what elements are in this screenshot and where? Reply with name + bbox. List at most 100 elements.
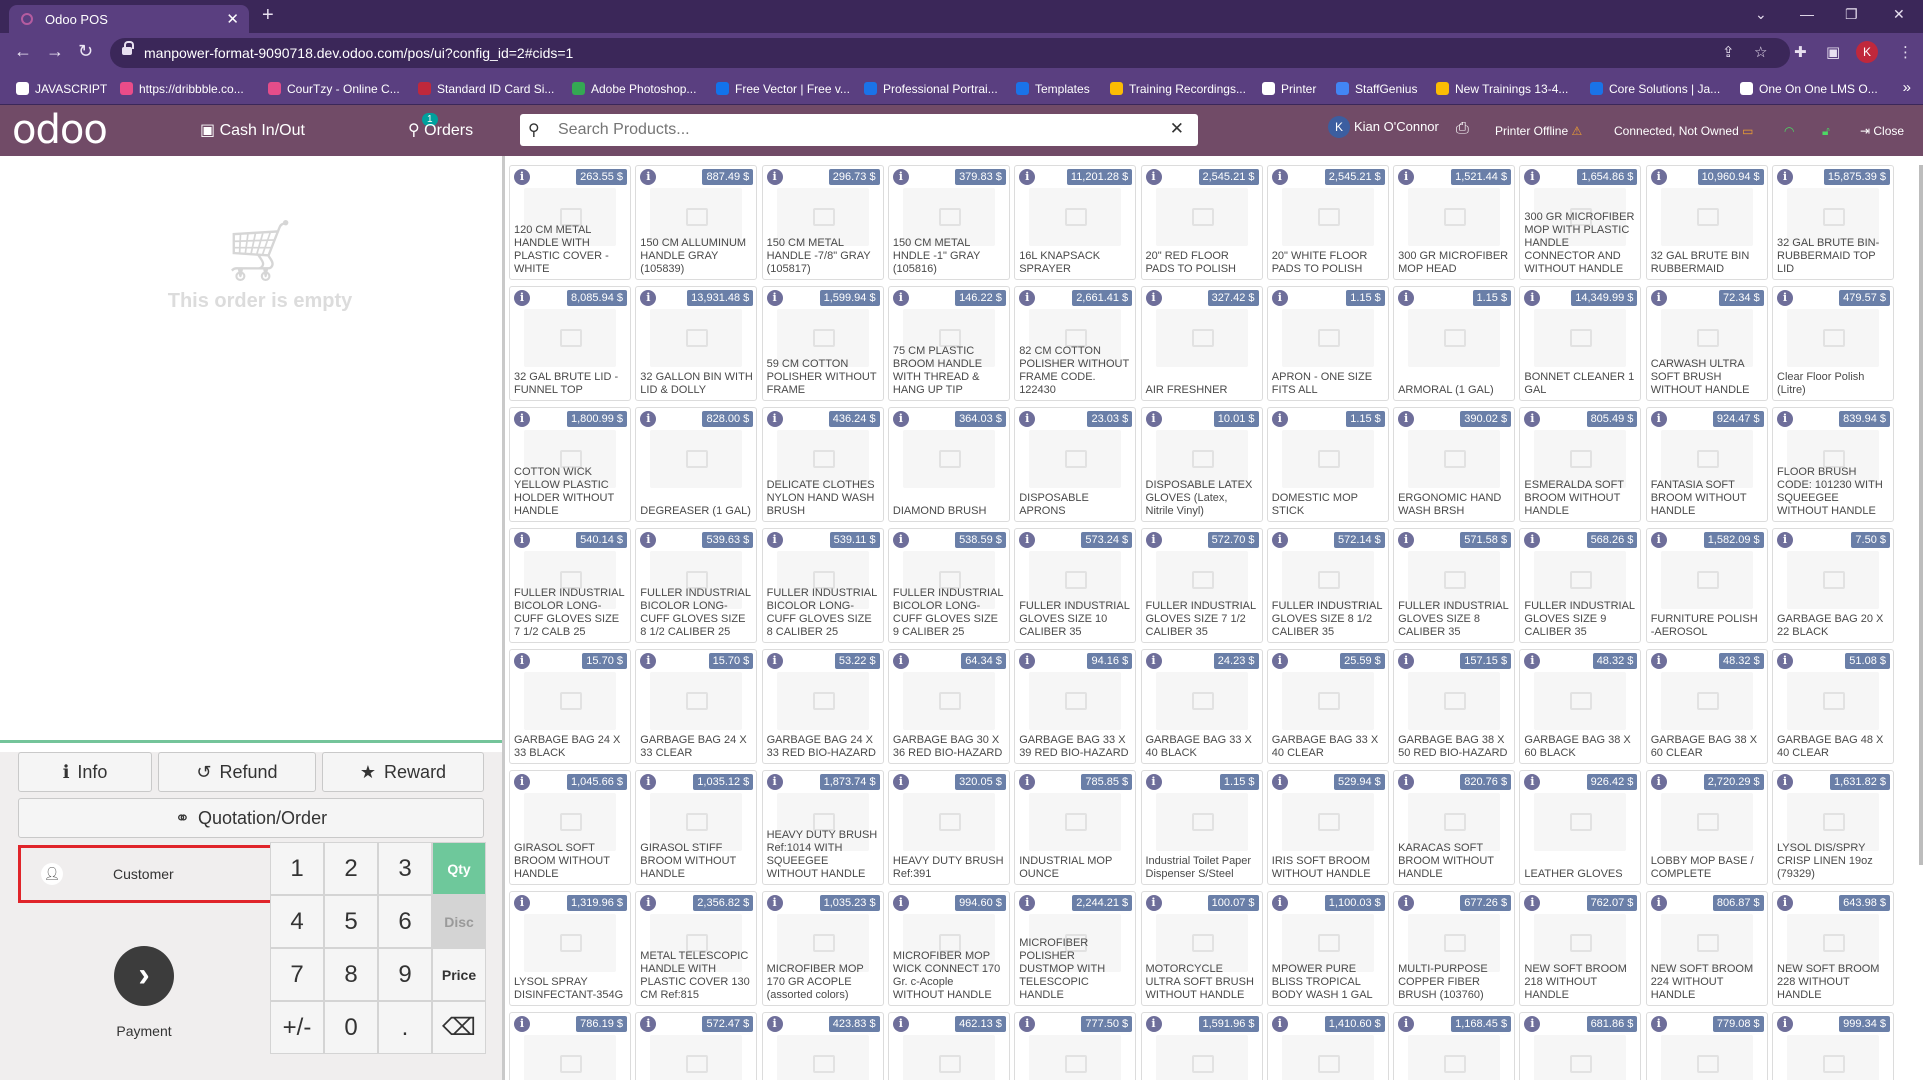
product-card[interactable]: i 51.08 $ GARBAGE BAG 48 X 40 CLEAR — [1772, 649, 1894, 764]
product-card[interactable]: i 1.15 $ DOMESTIC MOP STICK — [1266, 407, 1389, 522]
quotation-order-button[interactable]: ⚭ Quotation/Order — [18, 798, 484, 838]
product-info-icon[interactable]: i — [766, 774, 783, 790]
product-card[interactable]: i 1,654.86 $ 300 GR MICROFIBER MOP WITH PL… — [1519, 165, 1642, 280]
product-info-icon[interactable]: i — [1271, 532, 1288, 548]
product-info-icon[interactable]: i — [1777, 653, 1793, 669]
product-card[interactable]: i 786.19 $ — [509, 1012, 631, 1080]
product-card[interactable]: i 436.24 $ DELICATE CLOTHES NYLON HAND WAS… — [761, 407, 884, 522]
refund-button[interactable]: ↺ Refund — [158, 752, 316, 792]
product-info-icon[interactable]: i — [1271, 290, 1288, 306]
backspace-icon[interactable]: ⌫ — [432, 1001, 486, 1054]
product-info-icon[interactable]: i — [1019, 411, 1036, 427]
numpad-key-3[interactable]: 3 — [378, 842, 432, 895]
scrollbar[interactable] — [1919, 165, 1923, 865]
product-info-icon[interactable]: i — [1145, 774, 1162, 790]
product-card[interactable]: i 390.02 $ ERGONOMIC HAND WASH BRSH — [1393, 407, 1516, 522]
cashier-selector[interactable]: K Kian O'Connor — [1328, 116, 1439, 138]
product-info-icon[interactable]: i — [514, 774, 530, 790]
product-info-icon[interactable]: i — [1524, 895, 1541, 911]
product-info-icon[interactable]: i — [1398, 774, 1415, 790]
info-button[interactable]: ℹ Info — [18, 752, 152, 792]
product-card[interactable]: i 1,045.66 $ GIRASOL SOFT BROOM WITHOUT HA… — [509, 770, 631, 885]
profile-avatar[interactable]: K — [1856, 41, 1878, 63]
price-mode-button[interactable]: Price — [432, 948, 486, 1001]
numpad-key-1[interactable]: 1 — [270, 842, 324, 895]
url-field[interactable]: manpower-format-9090718.dev.odoo.com/pos… — [110, 38, 1790, 68]
product-card[interactable]: i 1,599.94 $ 59 CM COTTON POLISHER WITHOUT… — [761, 286, 884, 401]
product-card[interactable]: i 677.26 $ MULTI-PURPOSE COPPER FIBER BRUS… — [1393, 891, 1516, 1006]
numpad-key-0[interactable]: 0 — [324, 1001, 378, 1054]
product-card[interactable]: i 539.63 $ FULLER INDUSTRIAL BICOLOR LONG-… — [635, 528, 758, 643]
product-card[interactable]: i 1,582.09 $ FURNITURE POLISH -AEROSOL — [1645, 528, 1768, 643]
product-info-icon[interactable]: i — [1019, 653, 1036, 669]
product-card[interactable]: i 157.15 $ GARBAGE BAG 38 X 50 RED BIO-HAZ… — [1393, 649, 1516, 764]
product-info-icon[interactable]: i — [1524, 532, 1541, 548]
product-info-icon[interactable]: i — [1777, 895, 1793, 911]
product-card[interactable]: i 53.22 $ GARBAGE BAG 24 X 33 RED BIO-HAZA… — [761, 649, 884, 764]
bookmark-item[interactable]: Training Recordings... — [1110, 82, 1246, 96]
product-info-icon[interactable]: i — [1271, 653, 1288, 669]
search-input[interactable] — [558, 119, 1158, 141]
product-card[interactable]: i 263.55 $ 120 CM METAL HANDLE WITH PLASTI… — [509, 165, 631, 280]
product-card[interactable]: i 25.59 $ GARBAGE BAG 33 X 40 CLEAR — [1266, 649, 1389, 764]
product-info-icon[interactable]: i — [1398, 532, 1415, 548]
product-card[interactable]: i1,168.45 $ROUND TOILET — [1393, 1012, 1516, 1080]
product-info-icon[interactable]: i — [640, 411, 657, 427]
bookmark-star-icon[interactable]: ☆ — [1754, 43, 1767, 61]
product-card[interactable]: i 64.34 $ GARBAGE BAG 30 X 36 RED BIO-HAZA… — [887, 649, 1010, 764]
product-info-icon[interactable]: i — [1145, 1016, 1162, 1032]
product-info-icon[interactable]: i — [514, 532, 530, 548]
product-card[interactable]: i 15,875.39 $ 32 GAL BRUTE BIN-RUBBERMAID … — [1772, 165, 1894, 280]
forward-icon[interactable]: → — [46, 41, 64, 62]
product-card[interactable]: i 572.47 $ — [635, 1012, 758, 1080]
product-card[interactable]: i 23.03 $ DISPOSABLE APRONS — [1014, 407, 1137, 522]
product-info-icon[interactable]: i — [1271, 411, 1288, 427]
product-info-icon[interactable]: i — [1524, 290, 1541, 306]
product-info-icon[interactable]: i — [1145, 290, 1162, 306]
browser-tab[interactable]: Odoo POS ✕ — [9, 5, 249, 33]
product-card[interactable]: i 762.07 $ NEW SOFT BROOM 218 WITHOUT HAND… — [1519, 891, 1642, 1006]
numpad-key-6[interactable]: 6 — [378, 895, 432, 948]
product-info-icon[interactable]: i — [1271, 169, 1288, 185]
product-card[interactable]: i999.34 $ROUND TOILET — [1772, 1012, 1894, 1080]
bookmark-item[interactable]: Standard ID Card Si... — [418, 82, 554, 96]
product-card[interactable]: i 1,035.23 $ MICROFIBER MOP 170 GR ACOPLE … — [761, 891, 884, 1006]
product-card[interactable]: i 681.86 $ — [1519, 1012, 1642, 1080]
product-card[interactable]: i 146.22 $ 75 CM PLASTIC BROOM HANDLE WITH… — [887, 286, 1010, 401]
product-info-icon[interactable]: i — [766, 1016, 783, 1032]
cash-in-out-button[interactable]: ▣ Cash In/Out — [200, 120, 305, 140]
product-info-icon[interactable]: i — [1777, 774, 1793, 790]
product-info-icon[interactable]: i — [1398, 895, 1415, 911]
product-info-icon[interactable]: i — [1777, 411, 1793, 427]
product-info-icon[interactable]: i — [1145, 532, 1162, 548]
product-info-icon[interactable]: i — [1650, 774, 1667, 790]
product-card[interactable]: i 529.94 $ IRIS SOFT BROOM WITHOUT HANDLE — [1266, 770, 1389, 885]
bookmark-item[interactable]: Adobe Photoshop... — [572, 82, 696, 96]
product-info-icon[interactable]: i — [640, 290, 657, 306]
numpad-key-7[interactable]: 7 — [270, 948, 324, 1001]
product-info-icon[interactable]: i — [1271, 774, 1288, 790]
product-card[interactable]: i 320.05 $ HEAVY DUTY BRUSH Ref:391 — [887, 770, 1010, 885]
product-card[interactable]: i 94.16 $ GARBAGE BAG 33 X 39 RED BIO-HAZA… — [1014, 649, 1137, 764]
product-info-icon[interactable]: i — [1019, 895, 1036, 911]
more-bookmarks-icon[interactable]: » — [1903, 79, 1911, 96]
product-info-icon[interactable]: i — [1271, 895, 1288, 911]
product-info-icon[interactable]: i — [1398, 169, 1415, 185]
product-info-icon[interactable]: i — [514, 411, 530, 427]
product-card[interactable]: i 2,356.82 $ METAL TELESCOPIC HANDLE WITH … — [635, 891, 758, 1006]
bookmark-item[interactable]: One On One LMS O... — [1740, 82, 1878, 96]
product-info-icon[interactable]: i — [1145, 653, 1162, 669]
share-icon[interactable]: ⇪ — [1722, 43, 1735, 61]
product-info-icon[interactable]: i — [514, 290, 530, 306]
product-info-icon[interactable]: i — [1145, 169, 1162, 185]
product-card[interactable]: i 2,661.41 $ 82 CM COTTON POLISHER WITHOUT… — [1014, 286, 1137, 401]
product-info-icon[interactable]: i — [640, 532, 657, 548]
disc-mode-button[interactable]: Disc — [432, 895, 486, 948]
payment-button[interactable]: › Payment — [18, 906, 270, 1066]
product-card[interactable]: i 806.87 $ NEW SOFT BROOM 224 WITHOUT HAND… — [1645, 891, 1768, 1006]
product-card[interactable]: i 572.14 $ FULLER INDUSTRIAL GLOVES SIZE 8… — [1266, 528, 1389, 643]
product-info-icon[interactable]: i — [1019, 290, 1036, 306]
product-card[interactable]: i 479.57 $ Clear Floor Polish (Litre) — [1772, 286, 1894, 401]
product-info-icon[interactable]: i — [1524, 411, 1541, 427]
product-info-icon[interactable]: i — [1650, 290, 1667, 306]
